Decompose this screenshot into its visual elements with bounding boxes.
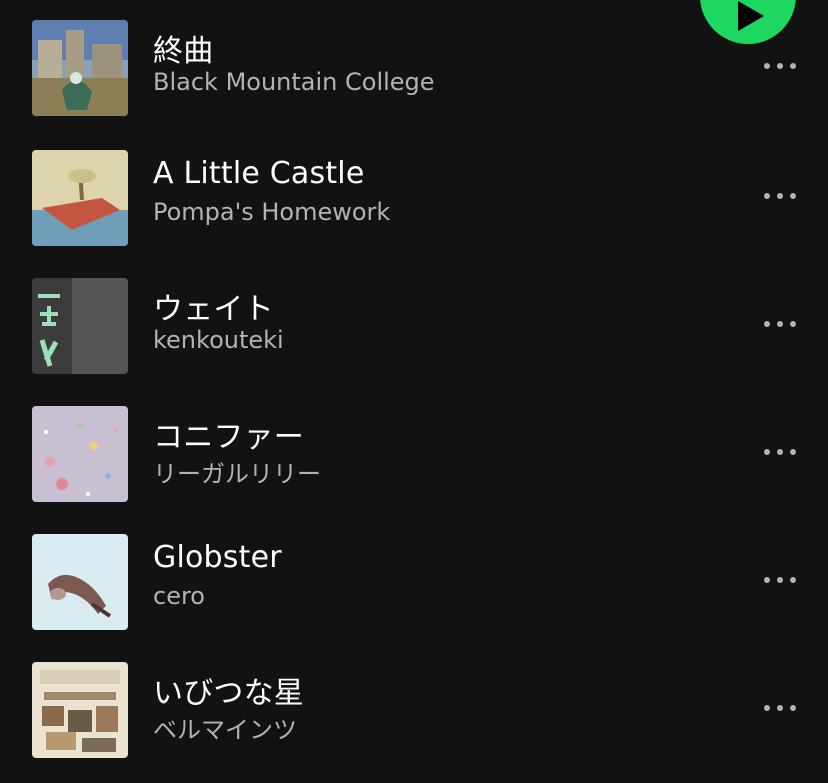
track-row[interactable]: A Little Castle Pompa's Homework: [0, 128, 828, 256]
more-horizontal-icon: [764, 705, 796, 711]
more-horizontal-icon: [764, 449, 796, 455]
more-options-button[interactable]: [756, 692, 804, 724]
track-artist: cero: [153, 582, 205, 610]
track-artist: Black Mountain College: [153, 68, 435, 96]
more-options-button[interactable]: [756, 436, 804, 468]
track-title: Globster: [153, 540, 282, 575]
track-artist: Pompa's Homework: [153, 198, 391, 226]
album-cover: [32, 278, 128, 374]
play-icon: [738, 1, 764, 31]
track-title: A Little Castle: [153, 156, 365, 191]
more-options-button[interactable]: [756, 50, 804, 82]
more-horizontal-icon: [764, 63, 796, 69]
track-artist: ベルマインツ: [153, 716, 297, 744]
track-title: ウェイト: [153, 292, 274, 327]
album-cover: [32, 20, 128, 116]
playlist-screen: 終曲 Black Mountain College A Little Castl…: [0, 0, 828, 783]
more-options-button[interactable]: [756, 564, 804, 596]
track-artist: リーガルリリー: [153, 460, 321, 488]
album-cover: [32, 662, 128, 758]
more-options-button[interactable]: [756, 180, 804, 212]
track-title: コニファー: [153, 420, 304, 455]
album-cover: [32, 534, 128, 630]
track-title: 終曲: [153, 34, 214, 69]
more-horizontal-icon: [764, 321, 796, 327]
album-cover: [32, 406, 128, 502]
track-row[interactable]: 終曲 Black Mountain College: [0, 0, 828, 126]
track-title: いびつな星: [153, 676, 304, 711]
track-row[interactable]: いびつな星 ベルマインツ: [0, 640, 828, 768]
more-horizontal-icon: [764, 193, 796, 199]
track-row[interactable]: コニファー リーガルリリー: [0, 384, 828, 512]
more-options-button[interactable]: [756, 308, 804, 340]
album-cover: [32, 150, 128, 246]
track-row[interactable]: Globster cero: [0, 512, 828, 640]
track-row[interactable]: ウェイト kenkouteki: [0, 256, 828, 384]
more-horizontal-icon: [764, 577, 796, 583]
track-artist: kenkouteki: [153, 326, 284, 354]
